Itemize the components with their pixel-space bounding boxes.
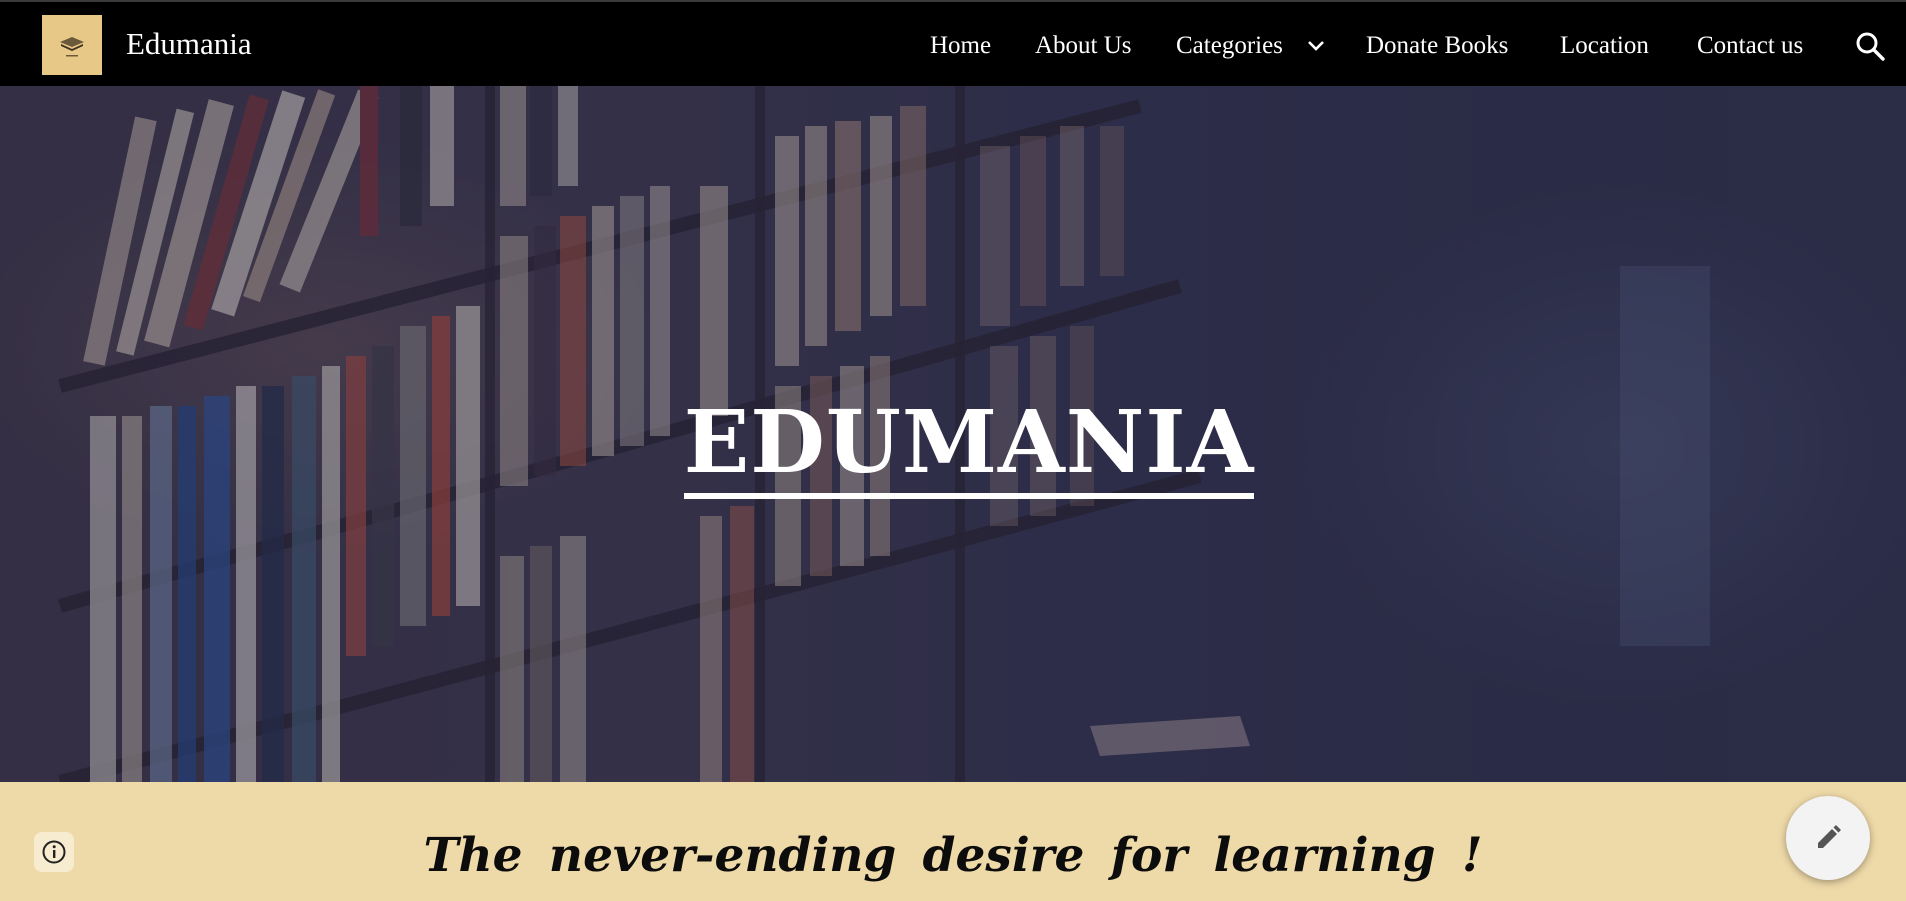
top-navigation-bar: Edumania Home About Us Categories Donate…: [0, 0, 1906, 86]
edit-button[interactable]: [1786, 796, 1870, 880]
nav-location[interactable]: Location: [1560, 28, 1649, 64]
hero-banner: EDUMANIA: [0, 86, 1906, 782]
nav-categories[interactable]: Categories: [1176, 28, 1283, 64]
tagline-section: The never-ending desire for learning !: [0, 782, 1906, 901]
site-title[interactable]: Edumania: [126, 24, 252, 64]
chevron-down-icon[interactable]: [1306, 38, 1326, 54]
tagline-text: The never-ending desire for learning !: [423, 828, 1483, 883]
book-logo-icon: [60, 37, 84, 57]
search-icon[interactable]: [1854, 30, 1886, 62]
info-button[interactable]: [34, 832, 74, 872]
hero-title-text: EDUMANIA: [683, 392, 1255, 499]
nav-about-us[interactable]: About Us: [1035, 28, 1132, 64]
pencil-edit-icon: [1818, 825, 1841, 848]
site-logo[interactable]: [42, 15, 102, 75]
nav-donate-books[interactable]: Donate Books: [1366, 28, 1508, 64]
nav-home[interactable]: Home: [930, 28, 991, 64]
nav-contact-us[interactable]: Contact us: [1697, 28, 1803, 64]
hero-title: EDUMANIA: [0, 388, 1906, 499]
info-icon: [42, 840, 66, 864]
